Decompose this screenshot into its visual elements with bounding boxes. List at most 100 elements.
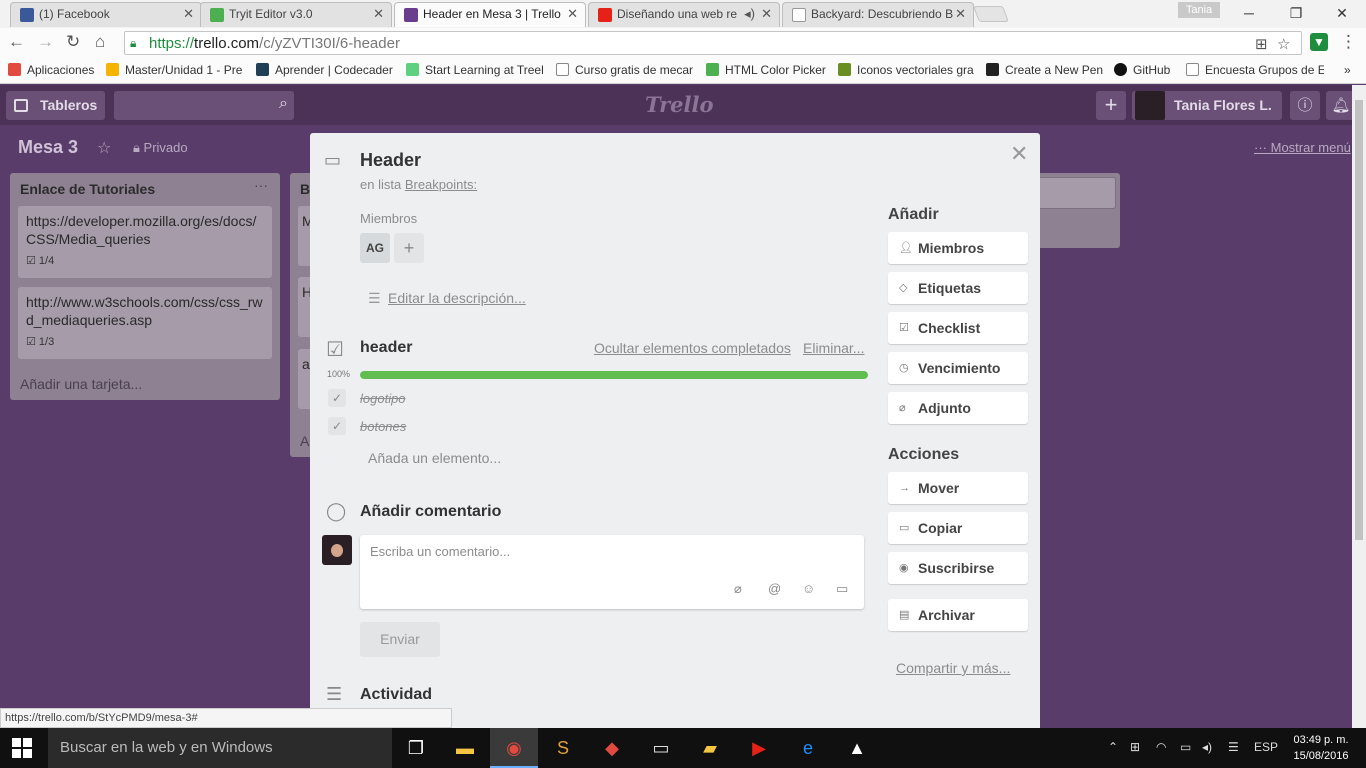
tray-app-icon[interactable]: ⊞ xyxy=(1130,740,1140,754)
url-bar[interactable]: 🔒︎ https://trello.com/c/yZVTI30I/6-heade… xyxy=(124,31,1302,55)
edit-description-link[interactable]: Editar la descripción... xyxy=(388,290,526,306)
page-scrollbar[interactable] xyxy=(1352,85,1366,728)
list-card[interactable]: http://www.w3schools.com/css/css_rwd_med… xyxy=(18,287,272,359)
extension-shield-icon[interactable]: ▼ xyxy=(1310,33,1328,51)
close-icon[interactable]: ✕ xyxy=(183,3,194,25)
copy-button[interactable]: ▭ Copiar xyxy=(888,512,1028,544)
checklist-item-checkbox[interactable]: ✓ xyxy=(328,389,346,407)
paperclip-icon[interactable]: ⌀ xyxy=(734,581,742,597)
browser-tab-facebook[interactable]: (1) Facebook ✕ xyxy=(10,2,202,27)
battery-icon[interactable]: ▭ xyxy=(1180,740,1191,754)
forward-icon[interactable]: → xyxy=(37,32,54,52)
card-icon[interactable]: ▭ xyxy=(836,581,848,597)
new-tab-button[interactable] xyxy=(973,6,1009,22)
list-link[interactable]: Breakpoints: xyxy=(405,177,477,192)
trello-logo[interactable]: Trello xyxy=(645,92,714,117)
taskbar-search-input[interactable]: Buscar en la web y en Windows xyxy=(48,728,392,768)
browser-tab-tryit[interactable]: Tryit Editor v3.0 ✕ xyxy=(200,2,392,27)
mention-icon[interactable]: @ xyxy=(768,581,781,596)
add-list-input[interactable] xyxy=(1034,177,1116,209)
due-date-button[interactable]: ◷ Vencimiento xyxy=(888,352,1028,384)
card-title[interactable]: Header xyxy=(360,150,421,171)
browser-profile-chip[interactable]: Tania xyxy=(1178,2,1220,18)
archive-button[interactable]: ▤ Archivar xyxy=(888,599,1028,631)
star-icon[interactable]: ☆ xyxy=(97,138,111,158)
info-icon[interactable]: ⓘ xyxy=(1290,91,1320,120)
bookmark-item[interactable]: Master/Unidad 1 - Pre xyxy=(106,63,244,77)
list-title[interactable]: Enlace de Tutoriales xyxy=(20,181,155,197)
bookmarks-overflow-icon[interactable]: » xyxy=(1344,63,1351,77)
list-title[interactable]: B xyxy=(300,181,310,197)
volume-icon[interactable]: ◂) xyxy=(1202,740,1212,754)
browser-tab-trello[interactable]: Header en Mesa 3 | Trello ✕ xyxy=(394,2,586,27)
privacy-toggle[interactable]: 🔒︎ Privado xyxy=(133,140,188,156)
close-icon[interactable]: ✕ xyxy=(1010,141,1028,167)
move-button[interactable]: → Mover xyxy=(888,472,1028,504)
task-view-icon[interactable]: ❐ xyxy=(392,728,440,768)
add-card-link[interactable]: Añadir una tarjeta... xyxy=(20,376,142,392)
emoji-icon[interactable]: ☺ xyxy=(802,581,815,596)
browser-tab-backyard[interactable]: Backyard: Descubriendo B ✕ xyxy=(782,2,974,27)
edge-icon[interactable]: e xyxy=(784,728,832,768)
board-title[interactable]: Mesa 3 xyxy=(18,137,78,158)
attachment-button[interactable]: ⌀ Adjunto xyxy=(888,392,1028,424)
add-card-link[interactable]: A xyxy=(300,433,309,449)
browser-tab-youtube[interactable]: Diseñando una web re ◂) ✕ xyxy=(588,2,780,27)
boards-button[interactable]: Tableros xyxy=(6,91,105,120)
list-menu-icon[interactable]: ··· xyxy=(254,177,268,193)
bookmark-item[interactable]: GitHub xyxy=(1114,63,1178,77)
checklist-item[interactable]: logotipo xyxy=(360,391,406,406)
members-button[interactable]: 👤︎ Miembros xyxy=(888,232,1028,264)
checklist-item-checkbox[interactable]: ✓ xyxy=(328,417,346,435)
delete-checklist-link[interactable]: Eliminar... xyxy=(803,340,864,356)
restore-icon[interactable]: ❐ xyxy=(1272,0,1320,26)
chrome-menu-icon[interactable]: ⋮ xyxy=(1340,32,1357,52)
send-comment-button[interactable]: Enviar xyxy=(360,622,440,657)
file-explorer-icon[interactable]: ▬ xyxy=(441,728,489,768)
sublime-icon[interactable]: S xyxy=(539,728,587,768)
subscribe-button[interactable]: ◉ Suscribirse xyxy=(888,552,1028,584)
create-button[interactable]: + xyxy=(1096,91,1126,120)
home-icon[interactable]: ⌂ xyxy=(95,32,105,52)
system-clock[interactable]: 03:49 p. m. 15/08/2016 xyxy=(1290,732,1352,764)
checklist-title[interactable]: header xyxy=(360,339,412,357)
sticky-notes-icon[interactable]: ▰ xyxy=(686,728,734,768)
show-menu-link[interactable]: ··· Mostrar menú xyxy=(1254,140,1351,155)
bookmark-item[interactable]: Encuesta Grupos de E xyxy=(1186,63,1324,77)
checklist-item[interactable]: botones xyxy=(360,419,406,434)
add-checklist-item-link[interactable]: Añada un elemento... xyxy=(368,450,501,466)
bookmark-item[interactable]: HTML Color Picker xyxy=(706,63,830,77)
user-menu-button[interactable]: Tania Flores L. xyxy=(1132,91,1282,120)
close-icon[interactable]: ✕ xyxy=(373,3,384,25)
window-close-icon[interactable]: ✕ xyxy=(1318,0,1366,26)
translate-icon[interactable]: ⊞ xyxy=(1255,35,1268,53)
scrollbar-thumb[interactable] xyxy=(1355,100,1363,540)
bookmark-item[interactable]: Start Learning at Treel xyxy=(406,63,544,77)
share-more-link[interactable]: Compartir y más... xyxy=(896,660,1010,676)
comment-input[interactable] xyxy=(370,544,850,559)
member-avatar[interactable]: AG xyxy=(360,233,390,263)
photos-icon[interactable]: ▲ xyxy=(833,728,881,768)
hide-completed-link[interactable]: Ocultar elementos completados xyxy=(594,340,791,356)
bookmark-item[interactable]: Create a New Pen xyxy=(986,63,1104,77)
add-member-button[interactable]: + xyxy=(394,233,424,263)
list-card[interactable]: https://developer.mozilla.org/es/docs/CS… xyxy=(18,206,272,278)
reload-icon[interactable]: ↻ xyxy=(66,32,80,52)
chrome-icon[interactable]: ◉ xyxy=(490,728,538,768)
tray-expand-icon[interactable]: ⌃ xyxy=(1108,740,1118,754)
wifi-icon[interactable]: ◠ xyxy=(1156,740,1166,754)
close-icon[interactable]: ✕ xyxy=(761,3,772,25)
language-indicator[interactable]: ESP xyxy=(1254,740,1278,754)
close-icon[interactable]: ✕ xyxy=(955,3,966,25)
checklist-button[interactable]: ☑ Checklist xyxy=(888,312,1028,344)
mp3-player-icon[interactable]: ▶ xyxy=(735,728,783,768)
minimize-icon[interactable]: ─ xyxy=(1225,0,1273,26)
git-icon[interactable]: ◆ xyxy=(588,728,636,768)
notifications-icon[interactable]: ☰ xyxy=(1228,740,1239,754)
board-search-input[interactable]: ⌕ xyxy=(114,91,294,120)
bookmark-item[interactable]: Iconos vectoriales gra xyxy=(838,63,974,77)
bookmark-item[interactable]: Aplicaciones xyxy=(8,63,100,77)
labels-button[interactable]: ◇ Etiquetas xyxy=(888,272,1028,304)
bookmark-item[interactable]: Aprender | Codecader xyxy=(256,63,394,77)
back-icon[interactable]: ← xyxy=(8,32,25,52)
